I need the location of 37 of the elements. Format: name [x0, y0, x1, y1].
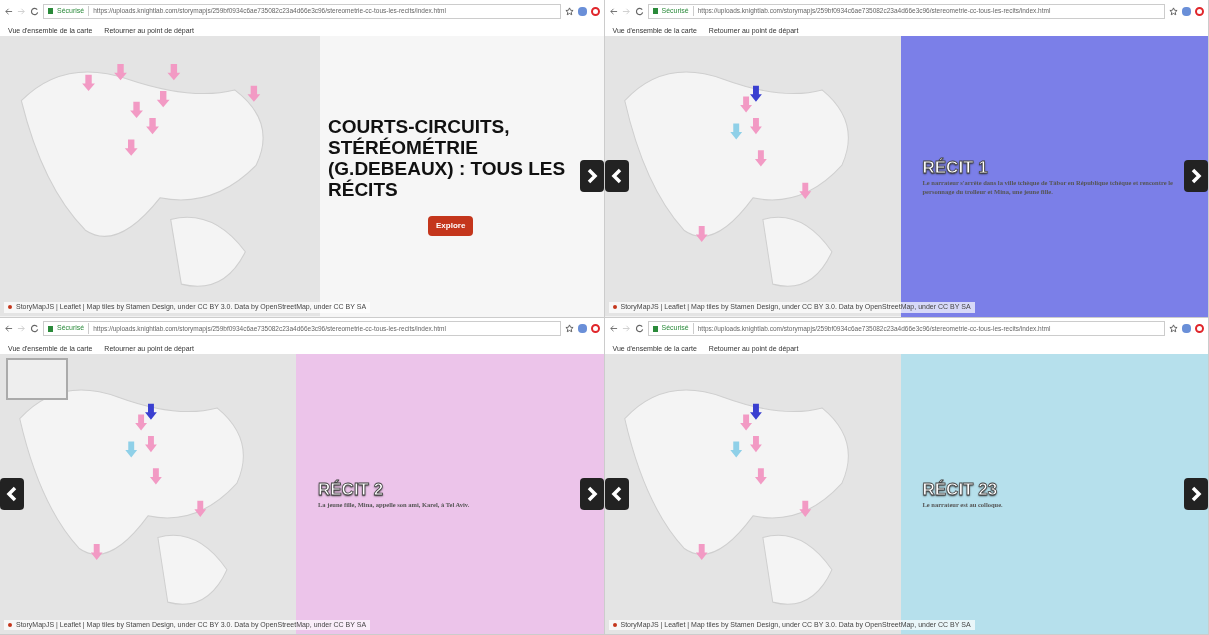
previous-button[interactable] [0, 477, 24, 510]
slide-title: RÉCIT 23 [922, 478, 999, 500]
back-icon[interactable] [4, 324, 13, 333]
lock-icon [652, 8, 658, 14]
lock-icon [48, 325, 53, 332]
lock-icon [48, 8, 53, 14]
slide-title: RÉCIT 2 [318, 478, 385, 500]
reload-icon[interactable] [634, 6, 644, 16]
chevron-right-icon [585, 168, 598, 185]
story-title: COURTS-CIRCUITS, STÉRÉOMÉTRIE (G.DEBEAUX) : TOUS LES RÉCITS [328, 116, 567, 201]
slide-title: RÉCIT 1 [922, 156, 989, 178]
chevron-right-icon [1190, 168, 1202, 185]
star-icon[interactable] [564, 324, 574, 333]
bookmark-icon[interactable] [1182, 6, 1191, 16]
back-icon[interactable] [608, 324, 618, 333]
reload-icon[interactable] [30, 6, 39, 16]
bookmark-icon[interactable] [1182, 324, 1191, 333]
star-icon[interactable] [564, 6, 574, 16]
previous-button[interactable] [604, 160, 629, 193]
chevron-left-icon [610, 168, 623, 185]
chevron-right-icon [585, 485, 598, 502]
explore-button[interactable]: Explore [428, 216, 474, 237]
chevron-right-icon [1190, 485, 1202, 502]
next-button[interactable] [1184, 477, 1208, 510]
reload-icon[interactable] [634, 324, 644, 333]
bookmark-icon[interactable] [577, 324, 587, 333]
chevron-left-icon [6, 485, 18, 502]
next-button[interactable] [579, 160, 604, 193]
star-icon[interactable] [1169, 6, 1178, 16]
star-icon[interactable] [1169, 324, 1178, 333]
chevron-left-icon [610, 485, 623, 502]
bookmark-icon[interactable] [577, 6, 587, 16]
reload-icon[interactable] [30, 324, 39, 333]
back-icon[interactable] [4, 6, 13, 16]
next-button[interactable] [1184, 160, 1208, 193]
lock-icon [652, 325, 658, 332]
back-icon[interactable] [608, 6, 618, 16]
